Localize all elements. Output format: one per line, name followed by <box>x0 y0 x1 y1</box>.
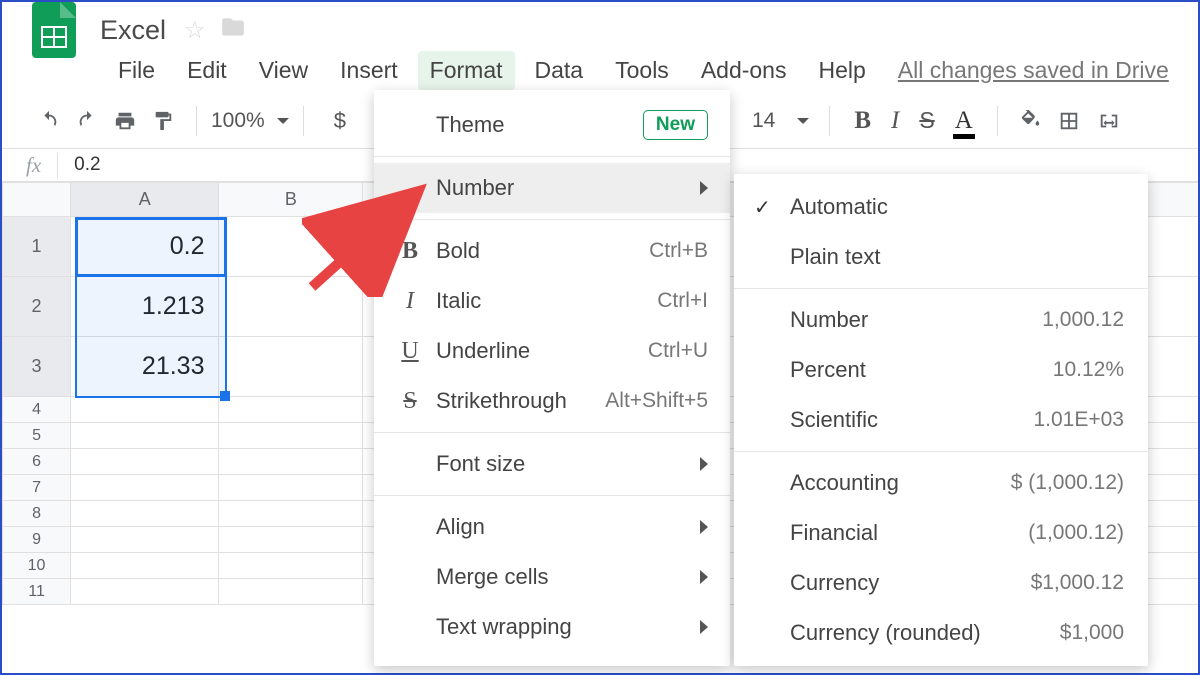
format-strikethrough[interactable]: S Strikethrough Alt+Shift+5 <box>374 376 730 426</box>
submenu-caret-icon <box>700 570 708 584</box>
format-bold[interactable]: B Bold Ctrl+B <box>374 226 730 276</box>
number-automatic[interactable]: ✓ Automatic <box>734 182 1148 232</box>
row-header-4[interactable]: 4 <box>3 397 71 423</box>
menu-file[interactable]: File <box>106 51 167 90</box>
select-all-corner[interactable] <box>3 183 71 217</box>
row-header-10[interactable]: 10 <box>3 553 71 579</box>
text-color-button[interactable]: A <box>955 107 973 135</box>
zoom-select[interactable]: 100% <box>211 109 289 133</box>
menu-tools[interactable]: Tools <box>603 51 681 90</box>
format-number[interactable]: Number <box>374 163 730 213</box>
menu-edit[interactable]: Edit <box>175 51 239 90</box>
borders-button[interactable] <box>1058 110 1080 132</box>
redo-button[interactable] <box>76 110 98 132</box>
doc-title[interactable]: Excel <box>100 15 166 46</box>
format-text-wrapping[interactable]: Text wrapping <box>374 602 730 652</box>
row-header-6[interactable]: 6 <box>3 449 71 475</box>
submenu-caret-icon <box>700 620 708 634</box>
menu-addons[interactable]: Add-ons <box>689 51 799 90</box>
format-underline[interactable]: U Underline Ctrl+U <box>374 326 730 376</box>
cell-B1[interactable] <box>219 217 363 277</box>
number-plain-text[interactable]: Plain text <box>734 232 1148 282</box>
saved-status[interactable]: All changes saved in Drive <box>898 57 1169 84</box>
number-format-submenu: ✓ Automatic Plain text Number 1,000.12 P… <box>734 174 1148 666</box>
menu-format[interactable]: Format <box>418 51 515 90</box>
cell-A3[interactable]: 21.33 <box>71 337 219 397</box>
row-header-5[interactable]: 5 <box>3 423 71 449</box>
submenu-caret-icon <box>700 520 708 534</box>
row-header-9[interactable]: 9 <box>3 527 71 553</box>
star-icon[interactable]: ☆ <box>184 16 206 45</box>
row-header-1[interactable]: 1 <box>3 217 71 277</box>
cell-B3[interactable] <box>219 337 363 397</box>
column-header-A[interactable]: A <box>71 183 219 217</box>
format-align[interactable]: Align <box>374 502 730 552</box>
format-italic[interactable]: I Italic Ctrl+I <box>374 276 730 326</box>
undo-button[interactable] <box>38 110 60 132</box>
row-header-3[interactable]: 3 <box>3 337 71 397</box>
check-icon: ✓ <box>754 195 771 220</box>
row-header-11[interactable]: 11 <box>3 579 71 605</box>
menu-data[interactable]: Data <box>523 51 596 90</box>
number-scientific[interactable]: Scientific 1.01E+03 <box>734 395 1148 445</box>
number-number[interactable]: Number 1,000.12 <box>734 295 1148 345</box>
row-header-8[interactable]: 8 <box>3 501 71 527</box>
cell-B2[interactable] <box>219 277 363 337</box>
menu-insert[interactable]: Insert <box>328 51 410 90</box>
new-badge: New <box>643 110 708 140</box>
fill-color-button[interactable] <box>1020 110 1042 132</box>
row-header-2[interactable]: 2 <box>3 277 71 337</box>
menu-view[interactable]: View <box>247 51 320 90</box>
format-merge-cells[interactable]: Merge cells <box>374 552 730 602</box>
submenu-caret-icon <box>700 457 708 471</box>
format-theme[interactable]: Theme New <box>374 100 730 150</box>
formula-input[interactable]: 0.2 <box>58 154 100 176</box>
number-financial[interactable]: Financial (1,000.12) <box>734 508 1148 558</box>
number-percent[interactable]: Percent 10.12% <box>734 345 1148 395</box>
number-currency-rounded[interactable]: Currency (rounded) $1,000 <box>734 608 1148 658</box>
menubar: File Edit View Insert Format Data Tools … <box>2 48 1198 92</box>
format-font-size[interactable]: Font size <box>374 439 730 489</box>
column-header-B[interactable]: B <box>219 183 363 217</box>
number-currency[interactable]: Currency $1,000.12 <box>734 558 1148 608</box>
currency-format-button[interactable]: $ <box>334 108 346 134</box>
menu-help[interactable]: Help <box>806 51 877 90</box>
cell-A2[interactable]: 1.213 <box>71 277 219 337</box>
move-folder-icon[interactable] <box>220 14 246 47</box>
merge-cells-button[interactable] <box>1098 110 1120 132</box>
bold-button[interactable]: B <box>854 107 871 135</box>
font-size-select[interactable]: 14 <box>752 109 809 133</box>
number-accounting[interactable]: Accounting $ (1,000.12) <box>734 458 1148 508</box>
sheets-logo-icon[interactable] <box>32 2 76 58</box>
strikethrough-button[interactable]: S <box>919 107 934 134</box>
fx-icon: fx <box>26 153 58 178</box>
format-menu-dropdown: Theme New Number B Bold Ctrl+B I Italic … <box>374 90 730 666</box>
cell-A1[interactable]: 0.2 <box>71 217 219 277</box>
row-header-7[interactable]: 7 <box>3 475 71 501</box>
print-button[interactable] <box>114 110 136 132</box>
submenu-caret-icon <box>700 181 708 195</box>
paint-format-button[interactable] <box>152 110 174 132</box>
italic-button[interactable]: I <box>891 107 899 135</box>
